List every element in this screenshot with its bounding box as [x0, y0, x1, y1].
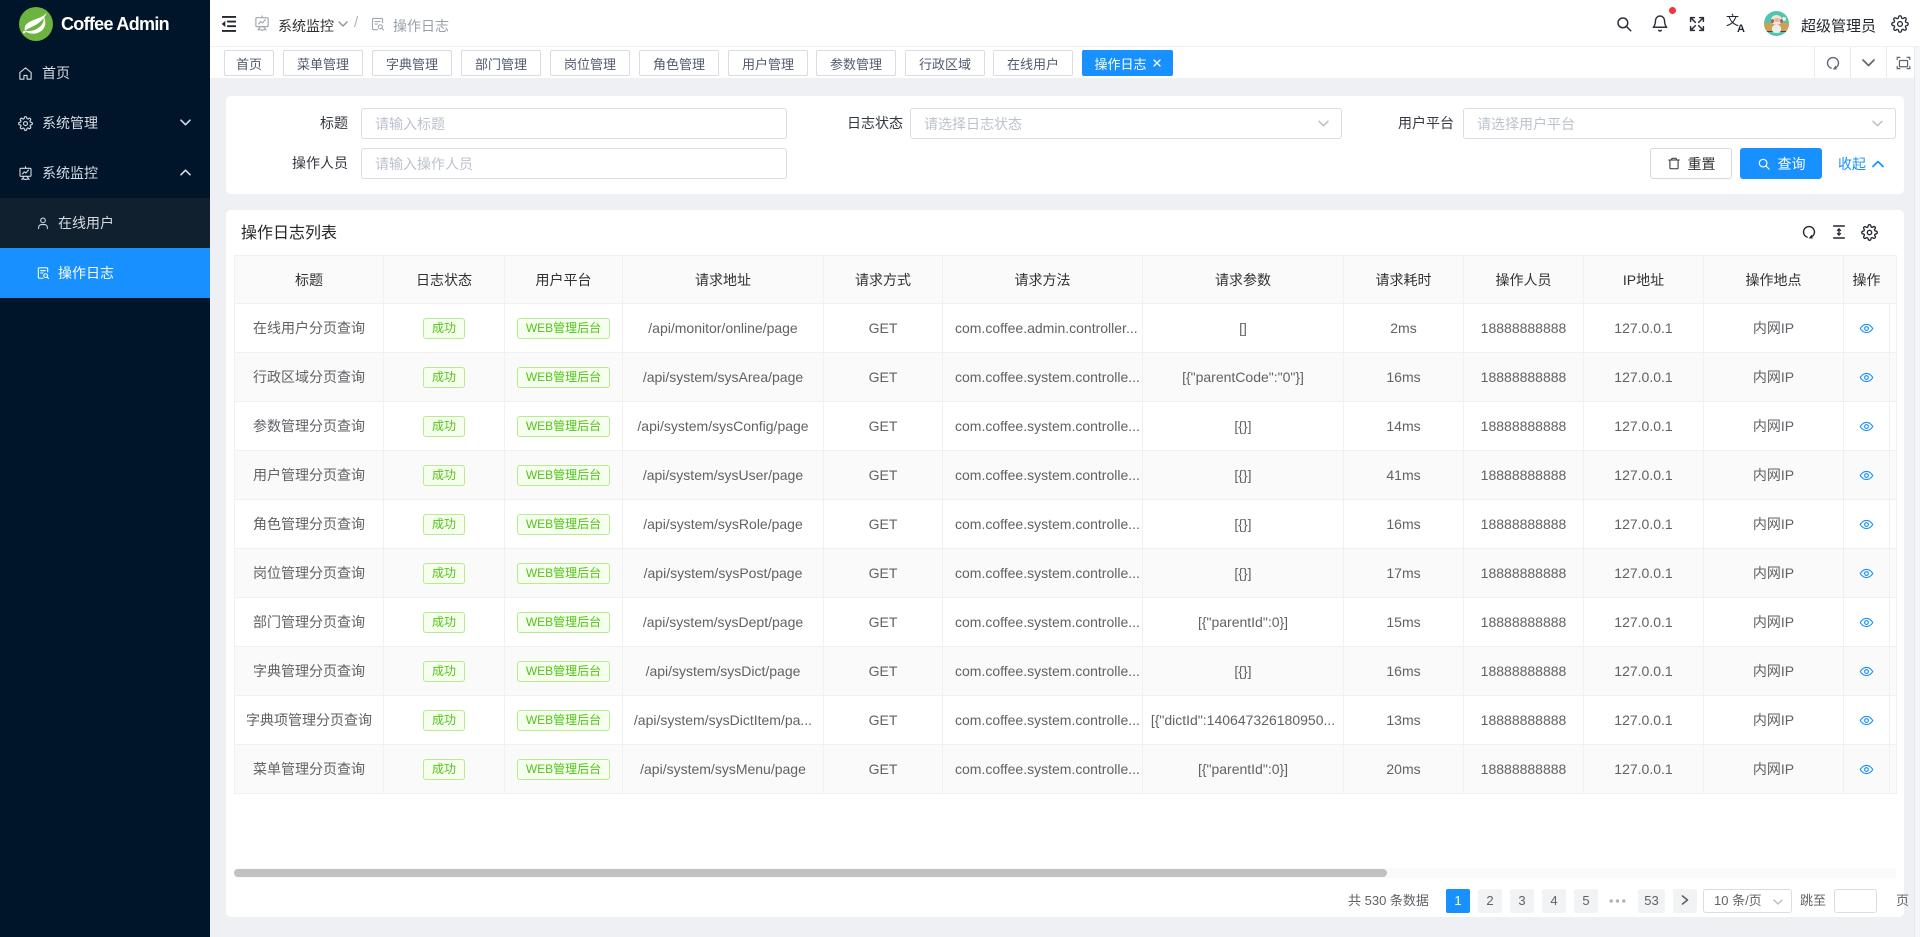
svg-text:A: A [1737, 23, 1745, 33]
